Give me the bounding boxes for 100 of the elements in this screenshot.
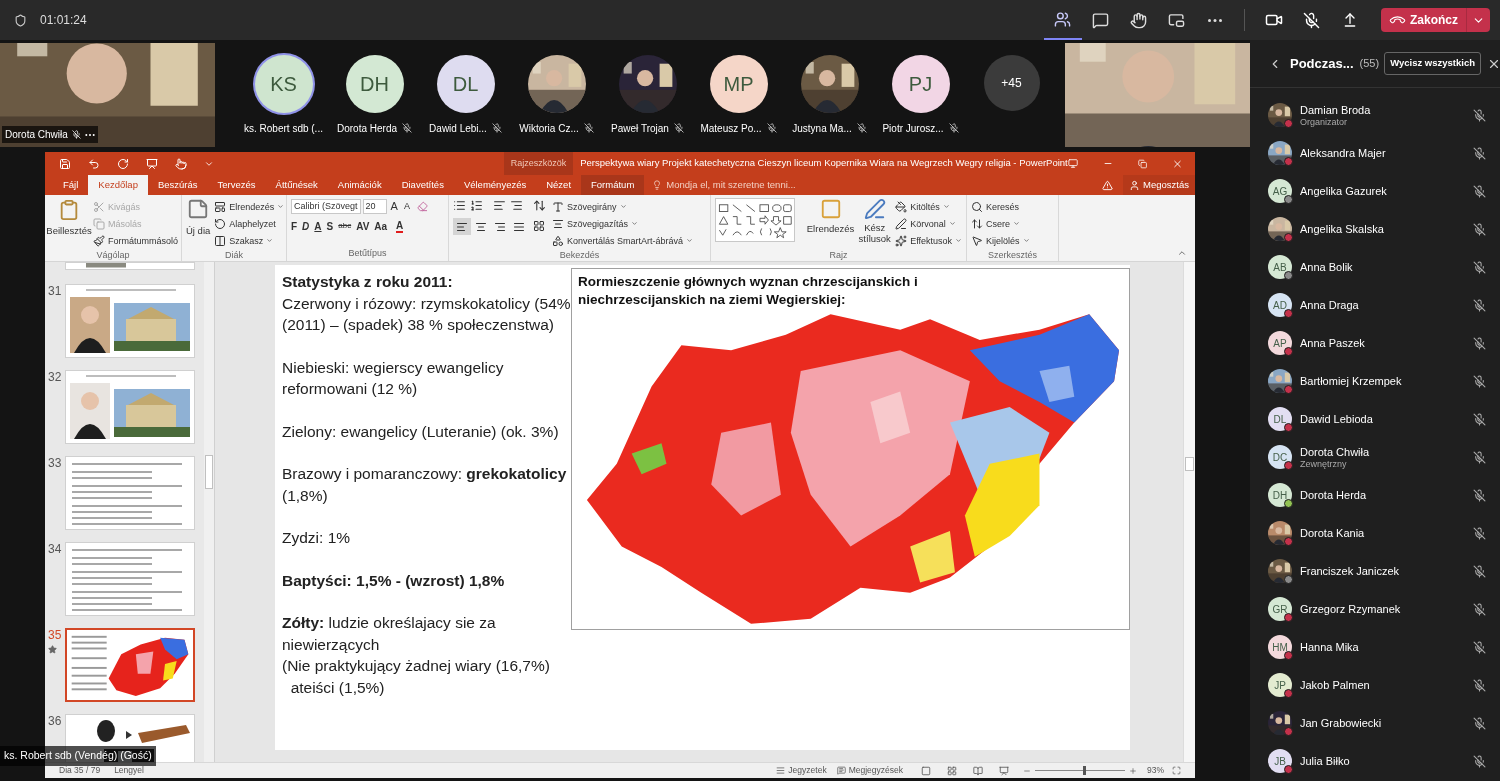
participant-name: Dorota Herda (1300, 488, 1368, 502)
avatar: KS (254, 54, 313, 113)
group-label: Bekezdés (559, 249, 600, 262)
participant-item[interactable]: Aleksandra Majer (1250, 134, 1500, 172)
font-style-button[interactable]: abc (338, 220, 352, 232)
participant-name: Dorota Chwiła (5, 128, 68, 142)
avatar: PJ (891, 54, 950, 113)
slide-number: 32 (48, 370, 62, 384)
group-label: Diák (225, 249, 243, 262)
participant-name: ks. Robert sdb (... (244, 121, 323, 136)
participant-item[interactable]: HM Hanna Mika (1250, 628, 1500, 666)
participant-count: (55) (1359, 56, 1380, 72)
participant-item[interactable]: DC Dorota Chwiła Zewnętrzny (1250, 438, 1500, 476)
presenter-name-tag: ks. Robert sdb (Vendég) (Gość) (0, 746, 156, 766)
comments-button[interactable]: Megjegyzések (836, 764, 903, 777)
participant-name: Dorota Kania (1300, 526, 1366, 540)
replace-button[interactable]: Csere (971, 215, 1030, 232)
tell-me-field[interactable]: Mondja el, mit szeretne tenni... (666, 177, 867, 193)
participant-item[interactable]: AB Anna Bolik (1250, 248, 1500, 286)
slide-number: 36 (48, 714, 62, 728)
quick-styles-button[interactable]: Kész stílusok (858, 198, 892, 244)
participant-item[interactable]: AG Angelika Gazurek (1250, 172, 1500, 210)
participant-name: Justyna Ma... (792, 121, 852, 136)
select-button[interactable]: Kijelölés (971, 232, 1030, 249)
shrink-font-button[interactable]: A (401, 199, 412, 213)
ribbon-tab[interactable]: Véleményezés (453, 175, 537, 195)
more-participants-button[interactable]: +45 (983, 54, 1040, 111)
participant-name: Angelika Gazurek (1300, 184, 1388, 198)
participant-name: Damian Broda (1300, 102, 1372, 117)
participant-name: Jan Grabowiecki (1300, 716, 1383, 730)
new-slide-button[interactable]: Új dia (186, 198, 211, 239)
ribbon-tab[interactable]: Nézet (536, 175, 582, 195)
font-style-button[interactable]: F (291, 218, 298, 234)
font-color-button[interactable]: A (396, 219, 404, 233)
format-painter-button[interactable]: Formátummásoló (93, 232, 179, 249)
participant-name: Piotr Jurosz... (882, 121, 944, 136)
slide-text: Czerwony i rózowy: rzymskokatolicy (54% (2011) – (spadek) 38 % społeczenstwa) (282, 293, 571, 335)
font-style-button[interactable]: AV (356, 218, 370, 234)
ribbon-tab[interactable]: Beszúrás (147, 175, 208, 195)
avatar: JP (1268, 673, 1292, 697)
share-button[interactable]: Megosztás (1123, 175, 1195, 195)
outline-button[interactable]: Körvonal (895, 215, 962, 232)
avatar: AP (1268, 331, 1292, 355)
participant-item[interactable]: Damian Broda Organizator (1250, 96, 1500, 134)
font-style-button[interactable]: D (302, 218, 310, 234)
effects-button[interactable]: Effektusok (895, 232, 962, 249)
participant-item[interactable]: Jan Grabowiecki (1250, 704, 1500, 742)
participant-item[interactable]: Dorota Kania (1250, 514, 1500, 552)
font-style-button[interactable]: A (314, 218, 322, 234)
participant-item[interactable]: Angelika Skalska (1250, 210, 1500, 248)
participant-item[interactable]: AD Anna Draga (1250, 286, 1500, 324)
align-text-button[interactable]: Szövegigazítás (552, 215, 694, 232)
group-label: Szerkesztés (988, 249, 1037, 262)
avatar: MP (709, 54, 768, 113)
ribbon-tab[interactable]: Formátum (581, 175, 645, 195)
ribbon-tab[interactable]: Fájl (53, 175, 89, 195)
participant-item[interactable]: JP Jakob Palmen (1250, 666, 1500, 704)
window-title: Perspektywa wiary Projekt katechetyczna Cieszyn liceum Kopernika Wiara na Wegrzech Wegry religia - PowerPoint (580, 156, 1068, 171)
participant-item[interactable]: GR Grzegorz Rzymanek (1250, 590, 1500, 628)
ribbon-tab[interactable]: Diavetítés (391, 175, 454, 195)
participant-item[interactable]: DH Dorota Herda (1250, 476, 1500, 514)
ribbon-tab[interactable]: Kezdőlap (88, 175, 148, 195)
participant-item[interactable]: Franciszek Janiczek (1250, 552, 1500, 590)
section-button[interactable]: Szakasz (214, 232, 285, 249)
fill-button[interactable]: Kitöltés (895, 198, 962, 215)
reset-button[interactable]: Alaphelyzet (214, 215, 285, 232)
language: Lengyel (114, 764, 144, 777)
notes-button[interactable]: Jegyzetek (776, 764, 827, 777)
avatar: DL (1268, 407, 1292, 431)
participant-item[interactable]: DL Dawid Lebioda (1250, 400, 1500, 438)
mute-all-button[interactable]: Wycisz wszystkich (1384, 52, 1481, 75)
group-label: Rajz (829, 249, 848, 262)
slide-count: Dia 35 / 79 (59, 764, 101, 777)
slide-number: 34 (48, 542, 62, 556)
slide-text: Zielony: ewangelicy (Luteranie) (ok. 3%) (282, 421, 560, 442)
ribbon-tab[interactable]: Animációk (327, 175, 392, 195)
participant-item[interactable]: Bartłomiej Krzempek (1250, 362, 1500, 400)
ribbon-tab[interactable]: Áttűnések (265, 175, 328, 195)
text-direction-button[interactable]: Szövegirány (552, 198, 694, 215)
slide-number: 35 (48, 628, 62, 642)
slide-number: 31 (48, 284, 62, 298)
arrange-button[interactable]: Elrendezés (806, 198, 855, 237)
font-name-field[interactable]: Calibri (Szövegt (291, 198, 361, 214)
slide-text: ateiści (1,5%) (289, 677, 386, 698)
layout-button[interactable]: Elrendezés (214, 198, 285, 215)
participant-name: Franciszek Janiczek (1300, 564, 1401, 578)
font-style-button[interactable]: S (326, 218, 334, 234)
ribbon-tab[interactable]: Tervezés (207, 175, 266, 195)
participant-item[interactable]: AP Anna Paszek (1250, 324, 1500, 362)
participant-name: Grzegorz Rzymanek (1300, 602, 1402, 616)
participant-item[interactable]: JB Julia Biłko (1250, 742, 1500, 780)
grow-font-button[interactable]: A (388, 198, 400, 215)
font-size-field[interactable]: 20 (362, 198, 387, 214)
avatar: AB (1268, 255, 1292, 279)
find-button[interactable]: Keresés (971, 198, 1030, 215)
smartart-button[interactable]: Konvertálás SmartArt-ábrává (552, 232, 694, 249)
map-title: Rormieszczenie głównych wyznan chrzescijanskich i niechrzescijanskich na ziemi Wegierskiej: (577, 273, 919, 309)
participant-name: Mateusz Po... (700, 121, 762, 136)
font-style-button[interactable]: Aa (374, 218, 388, 234)
participant-name: Anna Draga (1300, 298, 1360, 312)
